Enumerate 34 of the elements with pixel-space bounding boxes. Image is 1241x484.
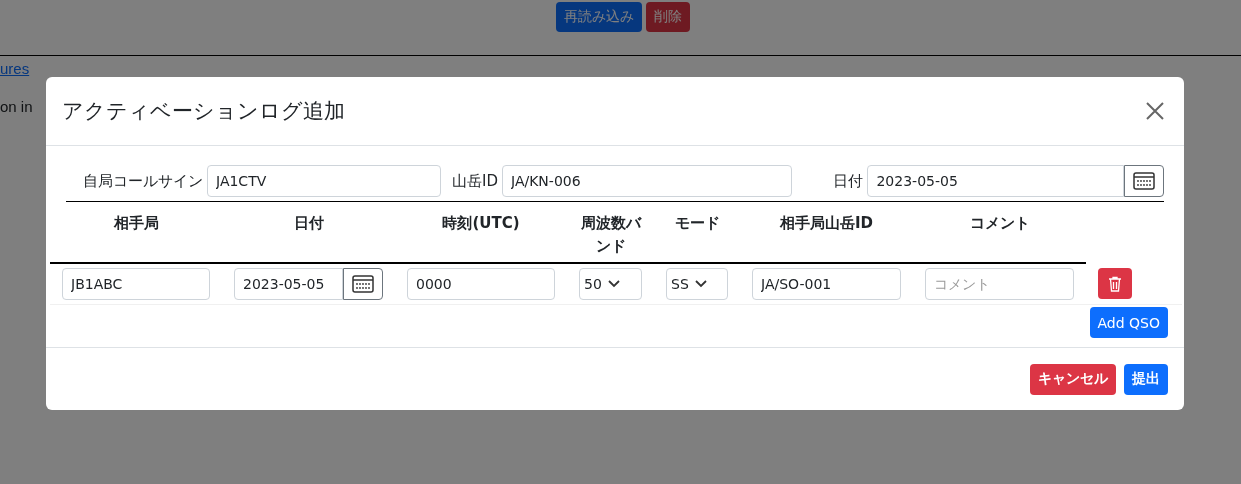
delete-row-button[interactable] bbox=[1098, 268, 1132, 299]
footer-text: on in bbox=[0, 98, 33, 116]
calendar-icon bbox=[1133, 172, 1155, 190]
column-header: モード bbox=[673, 213, 721, 234]
calendar-button[interactable] bbox=[343, 268, 383, 300]
chevron-down-icon bbox=[695, 280, 707, 288]
text-field[interactable]: 0000 bbox=[407, 268, 555, 300]
select-field[interactable]: SS bbox=[666, 268, 728, 300]
date-field[interactable]: 2023-05-05 bbox=[867, 165, 1124, 197]
column-header: 相手局山岳ID bbox=[778, 213, 874, 234]
submit-button[interactable]: 提出 bbox=[1124, 363, 1168, 395]
calendar-button[interactable] bbox=[1124, 165, 1164, 197]
calendar-icon bbox=[352, 275, 374, 293]
text-field[interactable]: JA1CTV bbox=[207, 165, 441, 197]
text-field[interactable]: JB1ABC bbox=[62, 268, 210, 300]
select-field[interactable]: 50 bbox=[579, 268, 642, 300]
modal-title: アクティベーションログ追加 bbox=[62, 98, 345, 125]
field-label: 自局コールサイン bbox=[83, 171, 203, 191]
chevron-down-icon bbox=[608, 280, 620, 288]
date-field[interactable]: 2023-05-05 bbox=[234, 268, 343, 300]
close-icon bbox=[1146, 102, 1164, 120]
text-field[interactable]: コメント bbox=[925, 268, 1074, 300]
text-field[interactable]: JA/KN-006 bbox=[502, 165, 792, 197]
cancel-button[interactable]: キャンセル bbox=[1030, 363, 1116, 395]
column-header: 日付 bbox=[292, 213, 325, 234]
trash-icon bbox=[1108, 275, 1122, 292]
field-label: 山岳ID bbox=[452, 171, 498, 191]
field-label: 日付 bbox=[833, 171, 864, 191]
column-header: 周波数バンド bbox=[579, 213, 643, 257]
column-header: 相手局 bbox=[112, 213, 160, 234]
column-header: 時刻(UTC) bbox=[441, 213, 521, 234]
text-field[interactable]: JA/SO-001 bbox=[752, 268, 901, 300]
column-header: コメント bbox=[968, 213, 1031, 234]
add-qso-button[interactable]: Add QSO bbox=[1089, 307, 1168, 338]
